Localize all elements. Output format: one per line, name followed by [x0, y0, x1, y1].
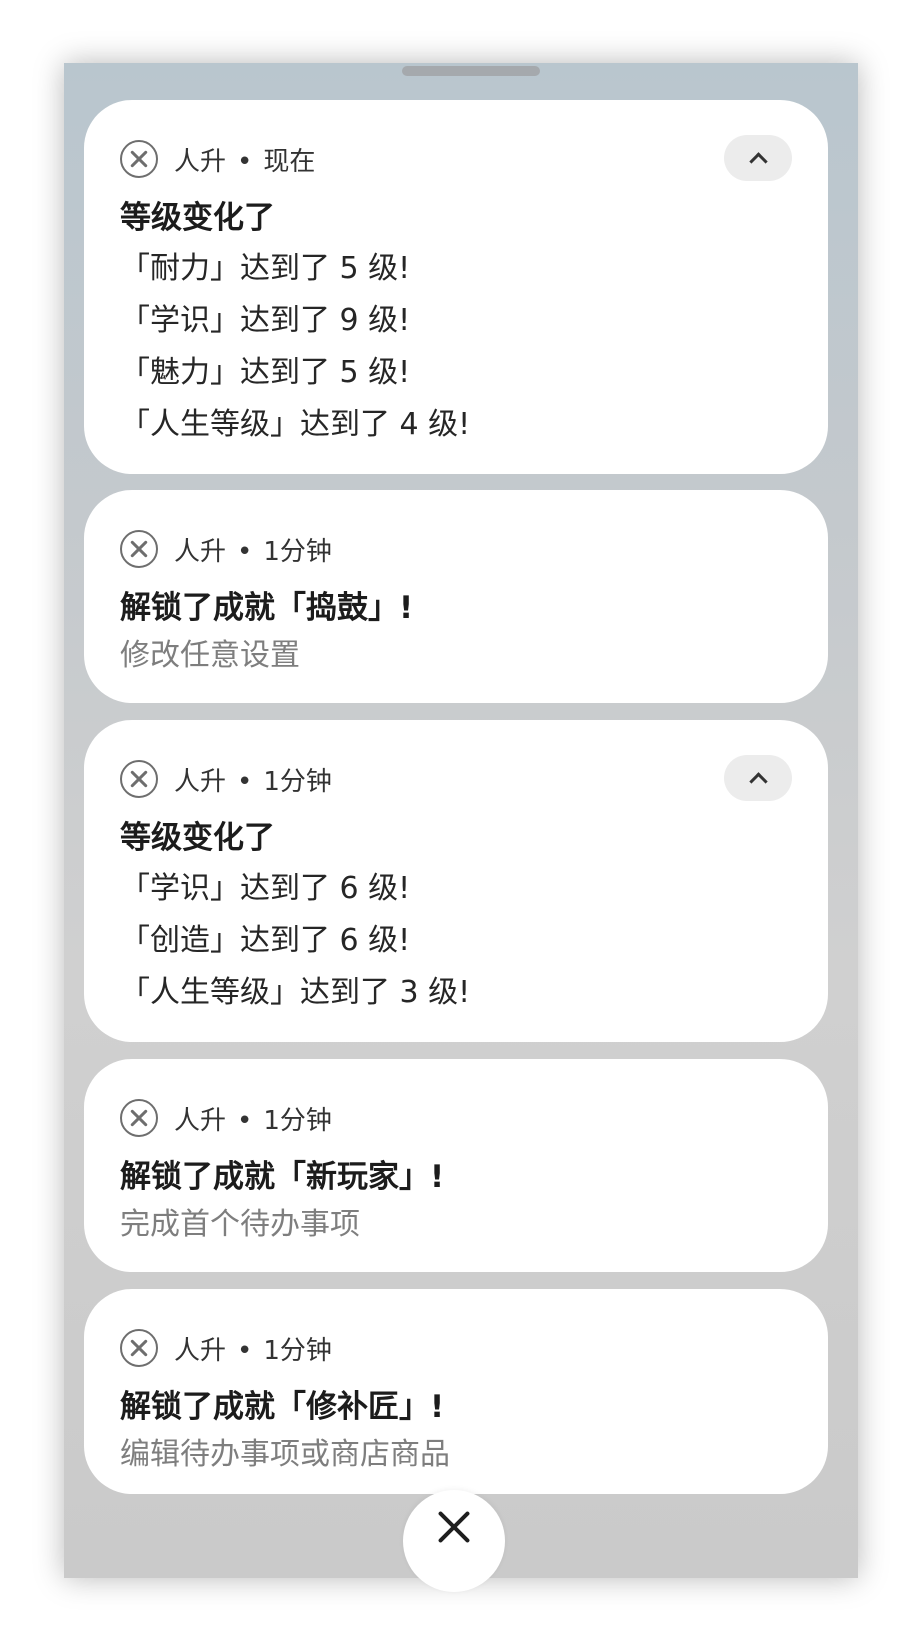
notification-card[interactable]: 人升 • 1分钟 解锁了成就「捣鼓」! 修改任意设置: [84, 490, 828, 703]
notification-header: 人升 • 1分钟: [120, 530, 332, 568]
separator-dot: •: [237, 536, 253, 567]
collapse-button[interactable]: [724, 755, 792, 801]
notification-time: 1分钟: [263, 1105, 332, 1136]
app-name: 人升: [174, 536, 227, 567]
notification-line: 「人生等级」达到了 3 级!: [120, 975, 471, 1010]
close-button[interactable]: [403, 1490, 505, 1592]
drag-handle[interactable]: [402, 66, 540, 76]
app-name: 人升: [174, 1105, 227, 1136]
notification-line: 「创造」达到了 6 级!: [120, 923, 411, 958]
notification-card[interactable]: 人升 • 1分钟 等级变化了 「学识」达到了 6 级! 「创造」达到了 6 级! 「…: [84, 720, 828, 1042]
notification-line: 「学识」达到了 9 级!: [120, 303, 411, 338]
notification-card[interactable]: 人升 • 1分钟 解锁了成就「新玩家」! 完成首个待办事项: [84, 1059, 828, 1272]
separator-dot: •: [237, 1335, 253, 1366]
notification-title: 解锁了成就「新玩家」!: [120, 1159, 445, 1195]
notification-header: 人升 • 1分钟: [120, 1329, 332, 1367]
separator-dot: •: [237, 1105, 253, 1136]
notification-line: 「人生等级」达到了 4 级!: [120, 407, 471, 442]
crossed-swords-icon: [120, 1099, 158, 1137]
notification-title: 等级变化了: [120, 200, 275, 236]
notification-card[interactable]: 人升 • 现在 等级变化了 「耐力」达到了 5 级! 「学识」达到了 9 级! 「魅…: [84, 100, 828, 474]
app-name: 人升: [174, 1335, 227, 1366]
notification-header: 人升 • 1分钟: [120, 760, 332, 798]
notification-card[interactable]: 人升 • 1分钟 解锁了成就「修补匠」! 编辑待办事项或商店商品: [84, 1289, 828, 1494]
crossed-swords-icon: [120, 1329, 158, 1367]
notification-time: 1分钟: [263, 536, 332, 567]
separator-dot: •: [237, 766, 253, 797]
notification-title: 解锁了成就「修补匠」!: [120, 1389, 445, 1425]
notification-time: 1分钟: [263, 766, 332, 797]
chevron-up-icon: [748, 771, 768, 791]
notification-time: 1分钟: [263, 1335, 332, 1366]
notification-title: 等级变化了: [120, 820, 275, 856]
notification-time: 现在: [263, 146, 316, 177]
separator-dot: •: [237, 146, 253, 177]
notification-line: 「耐力」达到了 5 级!: [120, 251, 411, 286]
app-name: 人升: [174, 146, 227, 177]
app-name: 人升: [174, 766, 227, 797]
notification-header: 人升 • 现在: [120, 140, 315, 178]
notification-subtitle: 完成首个待办事项: [120, 1207, 360, 1242]
crossed-swords-icon: [120, 760, 158, 798]
notification-header: 人升 • 1分钟: [120, 1099, 332, 1137]
notification-subtitle: 修改任意设置: [120, 638, 300, 673]
notification-line: 「魅力」达到了 5 级!: [120, 355, 411, 390]
notification-title: 解锁了成就「捣鼓」!: [120, 590, 414, 626]
notification-shade: 人升 • 现在 等级变化了 「耐力」达到了 5 级! 「学识」达到了 9 级! 「魅…: [64, 63, 858, 1578]
collapse-button[interactable]: [724, 135, 792, 181]
notification-line: 「学识」达到了 6 级!: [120, 871, 411, 906]
chevron-up-icon: [748, 151, 768, 171]
crossed-swords-icon: [120, 140, 158, 178]
crossed-swords-icon: [120, 530, 158, 568]
notification-subtitle: 编辑待办事项或商店商品: [120, 1437, 450, 1472]
